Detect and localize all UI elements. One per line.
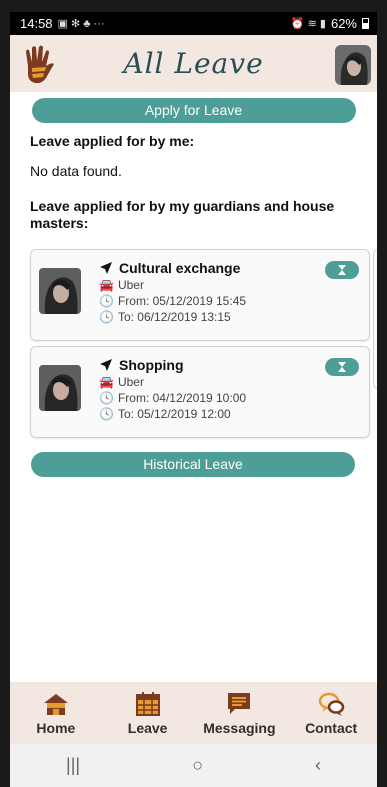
nav-messaging[interactable]: Messaging	[194, 691, 284, 736]
leave-card[interactable]: Shopping 🚘 Uber 🕓 From: 04/12/2019 10:00 🕓…	[30, 346, 370, 438]
leave-card[interactable]: Cultural exchange 🚘 Uber 🕓 From: 05/12/201…	[30, 249, 370, 341]
alarm-wifi-signal-icons: ⏰ ≋ ▮	[290, 18, 326, 30]
status-time: 14:58	[20, 16, 53, 31]
leave-to: To: 05/12/2019 12:00	[117, 407, 231, 421]
home-circle-icon[interactable]: ○	[192, 755, 203, 776]
message-icon	[228, 692, 251, 714]
pending-status-badge	[325, 358, 359, 376]
hand-logo-icon[interactable]	[22, 44, 58, 86]
no-data-text: No data found.	[30, 163, 122, 179]
clock-icon: 🕓	[99, 391, 114, 405]
clock-icon: 🕓	[99, 407, 114, 421]
clock-icon: 🕓	[99, 310, 114, 324]
app-screen: 14:58 ▣ ✻ ♣ ··· ⏰ ≋ ▮ 62% All Leave Appl…	[10, 12, 377, 787]
clock-icon: 🕓	[99, 294, 114, 308]
notification-icons: ▣ ✻ ♣ ···	[57, 18, 105, 30]
apply-for-leave-button[interactable]: Apply for Leave	[31, 98, 356, 123]
guardians-leave-heading: Leave applied for by my guardians and ho…	[30, 198, 335, 231]
page-title: All Leave	[123, 47, 264, 80]
leave-transport: Uber	[117, 375, 144, 389]
chat-bubbles-icon	[318, 692, 345, 716]
pending-status-badge	[325, 261, 359, 279]
leave-to: To: 06/12/2019 13:15	[117, 310, 231, 324]
leave-avatar	[39, 365, 81, 411]
leave-transport: Uber	[117, 278, 144, 292]
hourglass-icon	[338, 265, 346, 275]
calendar-icon	[135, 691, 160, 716]
battery-percent: 62%	[330, 16, 357, 31]
home-icon	[43, 693, 68, 715]
app-header: All Leave	[10, 35, 377, 92]
hourglass-icon	[338, 362, 346, 372]
profile-avatar[interactable]	[335, 45, 371, 85]
nav-home[interactable]: Home	[11, 691, 101, 736]
next-card-edge	[373, 249, 377, 389]
leave-from: From: 04/12/2019 10:00	[117, 391, 247, 405]
recent-apps-icon[interactable]: |||	[66, 755, 80, 776]
nav-leave-label: Leave	[127, 719, 168, 736]
navigation-arrow-icon	[100, 262, 112, 274]
my-leave-heading: Leave applied for by me:	[30, 133, 195, 149]
back-icon[interactable]: ‹	[315, 755, 321, 776]
status-bar: 14:58 ▣ ✻ ♣ ··· ⏰ ≋ ▮ 62%	[10, 12, 377, 35]
car-icon: 🚘	[99, 278, 114, 292]
system-navigation-bar: ||| ○ ‹	[10, 744, 377, 787]
leave-from: From: 05/12/2019 15:45	[117, 294, 247, 308]
car-icon: 🚘	[99, 375, 114, 389]
nav-contact-label: Contact	[305, 719, 358, 736]
nav-home-label: Home	[36, 719, 76, 736]
leave-title: Cultural exchange	[119, 260, 241, 276]
bottom-navigation: Home Leave Messaging Contact	[10, 682, 377, 744]
leave-avatar	[39, 268, 81, 314]
navigation-arrow-icon	[100, 359, 112, 371]
historical-leave-button[interactable]: Historical Leave	[31, 452, 355, 477]
main-content: Apply for Leave Leave applied for by me:…	[10, 98, 377, 232]
battery-icon	[362, 18, 369, 29]
nav-contact[interactable]: Contact	[286, 691, 376, 736]
nav-messaging-label: Messaging	[203, 719, 276, 736]
nav-leave[interactable]: Leave	[103, 691, 193, 736]
leave-title: Shopping	[119, 357, 184, 373]
